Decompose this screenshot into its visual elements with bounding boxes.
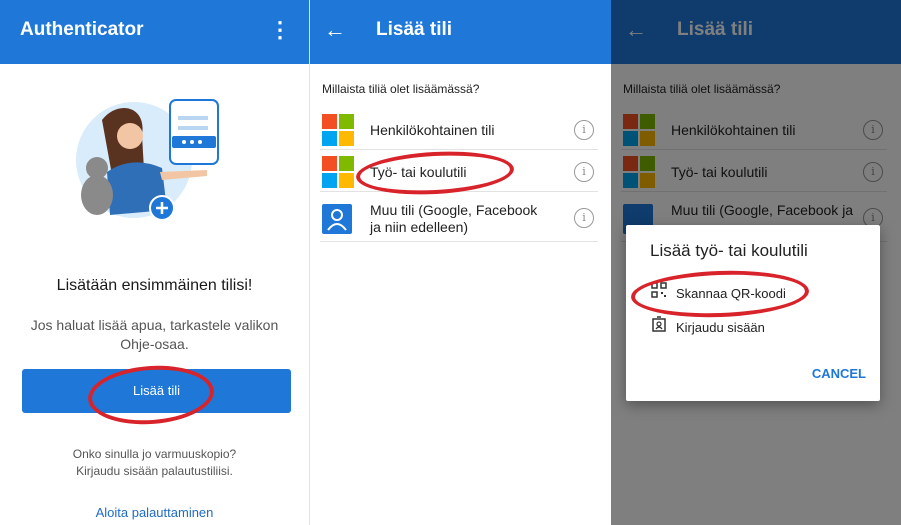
more-options-icon[interactable]: ⋮ (269, 17, 291, 43)
microsoft-logo-icon (322, 156, 354, 188)
cancel-button[interactable]: CANCEL (812, 366, 866, 381)
app-bar: ← Lisää tili (310, 0, 612, 64)
help-text: Jos haluat lisää apua, tarkastele valiko… (30, 317, 279, 352)
dialog-title: Lisää työ- tai koulutili (650, 241, 808, 260)
info-icon[interactable]: i (574, 162, 594, 182)
info-icon[interactable]: i (574, 208, 594, 228)
person-icon (322, 204, 352, 234)
info-icon[interactable]: i (574, 120, 594, 140)
add-work-account-dialog: Lisää työ- tai koulutili Skannaa QR-kood… (626, 225, 880, 401)
option-other-account[interactable]: Muu tili (Google, Facebook ja niin edell… (320, 195, 598, 242)
back-arrow-icon[interactable]: ← (324, 17, 346, 43)
sign-in-option[interactable]: Kirjaudu sisään (650, 316, 765, 340)
restore-link[interactable]: Aloita palauttaminen (0, 505, 309, 520)
screen-authenticator-home: Authenticator ⋮ Lisätään ensimmäinen til… (0, 0, 309, 525)
red-annotation-circle (630, 267, 810, 321)
option-label: Muu tili (Google, Facebook ja niin edell… (370, 202, 538, 235)
app-bar: Authenticator ⋮ (0, 0, 309, 64)
account-type-question: Millaista tiliä olet lisäämässä? (322, 82, 480, 96)
microsoft-logo-icon (322, 114, 354, 146)
app-title: Authenticator (20, 19, 144, 40)
screen-add-work-account-dialog: ← Lisää tili Millaista tiliä olet lisääm… (611, 0, 901, 525)
screen-add-account: ← Lisää tili Millaista tiliä olet lisääm… (309, 0, 612, 525)
sign-in-badge-icon (650, 316, 668, 340)
onboarding-illustration (76, 99, 219, 221)
option-label: Henkilökohtainen tili (370, 122, 495, 138)
option-personal-account[interactable]: Henkilökohtainen tili i (320, 111, 598, 150)
welcome-heading: Lisätään ensimmäinen tilisi! (56, 277, 253, 294)
page-title: Lisää tili (376, 19, 453, 40)
sign-in-label: Kirjaudu sisään (676, 320, 765, 335)
backup-text: Onko sinulla jo varmuuskopio? Kirjaudu s… (72, 447, 237, 478)
